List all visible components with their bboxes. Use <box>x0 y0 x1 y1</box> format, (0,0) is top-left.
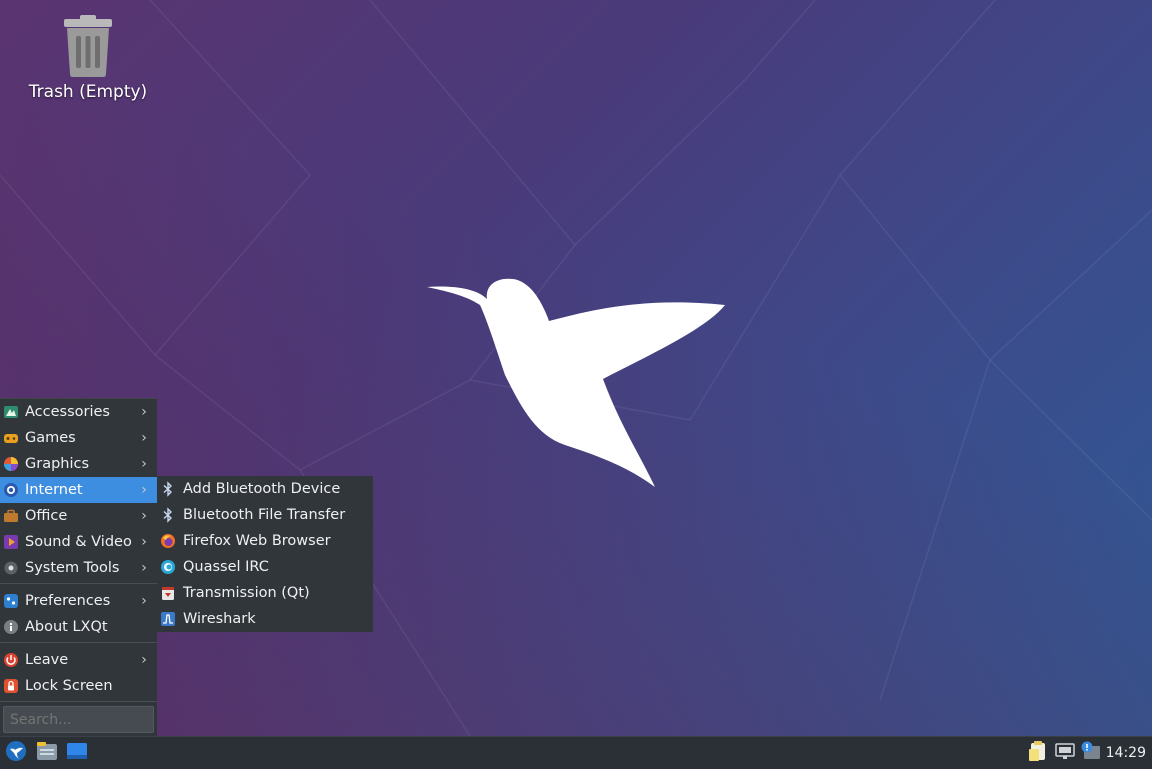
update-notifier-icon <box>1080 741 1102 765</box>
submenu-item-transmission[interactable]: Transmission (Qt) <box>157 580 373 606</box>
menu-separator <box>0 642 157 643</box>
chevron-right-icon: › <box>141 593 147 609</box>
system-tools-icon <box>3 560 19 576</box>
power-icon <box>3 652 19 668</box>
menu-search-input[interactable] <box>3 706 154 733</box>
submenu-item-quassel-irc[interactable]: Quassel IRC <box>157 554 373 580</box>
preferences-icon <box>3 593 19 609</box>
transmission-icon <box>160 585 176 601</box>
lock-icon <box>3 678 19 694</box>
show-desktop-button[interactable] <box>65 741 89 765</box>
menu-item-about-lxqt[interactable]: About LXQt <box>0 614 157 640</box>
menu-item-games[interactable]: Games › <box>0 425 157 451</box>
application-menu: Accessories › Games › Graphics › Interne… <box>0 398 157 737</box>
menu-item-sound-video[interactable]: Sound & Video › <box>0 529 157 555</box>
chevron-right-icon: › <box>141 652 147 668</box>
chevron-right-icon: › <box>141 456 147 472</box>
clipboard-icon <box>1028 740 1048 766</box>
trash-label: Trash (Empty) <box>28 82 148 102</box>
bluetooth-icon <box>160 507 176 523</box>
menu-separator <box>0 701 157 702</box>
menu-item-preferences[interactable]: Preferences › <box>0 588 157 614</box>
firefox-icon <box>160 533 176 549</box>
network-tray-button[interactable] <box>1053 741 1077 765</box>
menu-item-graphics[interactable]: Graphics › <box>0 451 157 477</box>
menu-item-lock-screen[interactable]: Lock Screen <box>0 673 157 699</box>
menu-item-system-tools[interactable]: System Tools › <box>0 555 157 581</box>
submenu-item-add-bluetooth-device[interactable]: Add Bluetooth Device <box>157 476 373 502</box>
lubuntu-hummingbird-logo <box>427 278 725 487</box>
submenu-item-firefox[interactable]: Firefox Web Browser <box>157 528 373 554</box>
internet-submenu: Add Bluetooth Device Bluetooth File Tran… <box>157 476 373 632</box>
menu-item-internet[interactable]: Internet › <box>0 477 157 503</box>
chevron-right-icon: › <box>141 482 147 498</box>
bluetooth-icon <box>160 481 176 497</box>
desktop-trash[interactable]: Trash (Empty) <box>20 14 156 102</box>
start-menu-icon <box>5 740 27 766</box>
menu-item-leave[interactable]: Leave › <box>0 647 157 673</box>
clock[interactable]: 14:29 <box>1106 745 1146 761</box>
trash-icon <box>58 14 118 78</box>
games-icon <box>3 430 19 446</box>
show-desktop-icon <box>66 742 88 764</box>
info-icon <box>3 619 19 635</box>
taskbar: 14:29 <box>0 736 1152 769</box>
quassel-icon <box>160 559 176 575</box>
chevron-right-icon: › <box>141 560 147 576</box>
menu-separator <box>0 583 157 584</box>
sound-video-icon <box>3 534 19 550</box>
update-notifier-tray-button[interactable] <box>1079 741 1103 765</box>
wireshark-icon <box>160 611 176 627</box>
start-menu-button[interactable] <box>4 741 28 765</box>
chevron-right-icon: › <box>141 430 147 446</box>
file-manager-button[interactable] <box>35 741 59 765</box>
clipboard-tray-button[interactable] <box>1026 741 1050 765</box>
file-manager-icon <box>36 741 58 765</box>
menu-item-accessories[interactable]: Accessories › <box>0 399 157 425</box>
menu-item-office[interactable]: Office › <box>0 503 157 529</box>
chevron-right-icon: › <box>141 404 147 420</box>
network-icon <box>1054 741 1076 765</box>
accessories-icon <box>3 404 19 420</box>
office-icon <box>3 508 19 524</box>
chevron-right-icon: › <box>141 508 147 524</box>
submenu-item-wireshark[interactable]: Wireshark <box>157 606 373 632</box>
graphics-icon <box>3 456 19 472</box>
submenu-item-bluetooth-file-transfer[interactable]: Bluetooth File Transfer <box>157 502 373 528</box>
internet-icon <box>3 482 19 498</box>
chevron-right-icon: › <box>141 534 147 550</box>
